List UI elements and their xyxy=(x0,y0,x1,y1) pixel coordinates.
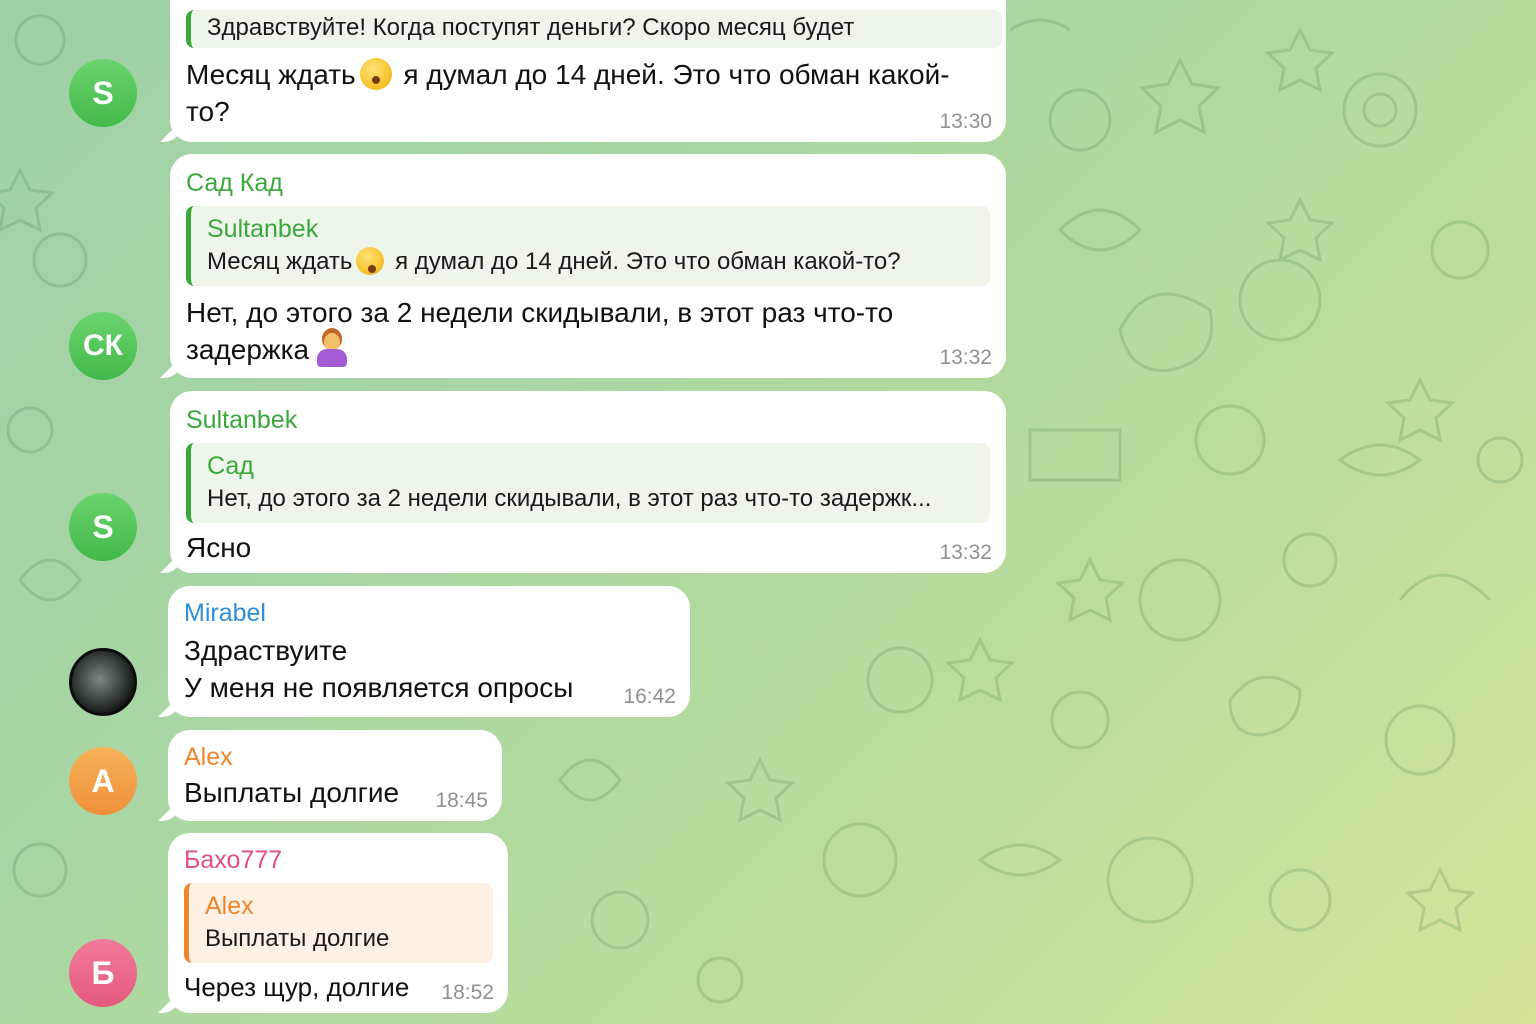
message-time: 13:30 xyxy=(939,110,992,133)
message-bubble[interactable]: Sultanbek Сад Нет, до этого за 2 недели … xyxy=(170,391,1006,573)
reply-text-part: я думал до 14 дней. Это что обман какой-… xyxy=(388,248,901,275)
reply-text: Месяц ждать я думал до 14 дней. Это что … xyxy=(207,246,976,278)
message-text-part: задержка xyxy=(186,334,310,365)
message-time: 18:52 xyxy=(441,981,494,1004)
reply-text-part: Месяц ждать xyxy=(207,248,353,275)
message-bubble[interactable]: Alex Выплаты долгие 18:45 xyxy=(168,730,502,821)
message-bubble[interactable]: Сад Кад Sultanbek Месяц ждать я думал до… xyxy=(170,154,1006,378)
message-time: 13:32 xyxy=(939,346,992,369)
reply-quote[interactable]: Alex Выплаты долгие xyxy=(184,883,493,963)
message-text: Нет, до этого за 2 недели скидывали, в э… xyxy=(186,294,990,368)
message-bubble[interactable]: Бахо777 Alex Выплаты долгие Через щур, д… xyxy=(168,833,508,1013)
sender-name[interactable]: Mirabel xyxy=(184,598,674,628)
message-text-part: Нет, до этого за 2 недели скидывали, в э… xyxy=(186,297,894,328)
shushing-face-icon xyxy=(359,58,392,90)
sender-name[interactable]: Alex xyxy=(184,742,486,772)
avatar-mirabel[interactable] xyxy=(69,648,137,716)
message-text-part: Месяц ждать xyxy=(186,59,356,90)
message-time: 16:42 xyxy=(623,685,676,708)
message-bubble[interactable]: Mirabel Здраствуите У меня не появляется… xyxy=(168,586,690,717)
avatar-sultanbek[interactable]: S xyxy=(69,493,137,561)
reply-quote[interactable]: Сад Нет, до этого за 2 недели скидывали,… xyxy=(186,443,990,523)
reply-text: Выплаты долгие xyxy=(205,925,390,952)
message-time: 18:45 xyxy=(435,789,488,812)
message-text: Здраствуите У меня не появляется опросы xyxy=(184,632,674,706)
sender-name[interactable]: Сад Кад xyxy=(186,168,990,198)
reply-text: Здравствуйте! Когда поступят деньги? Ско… xyxy=(207,14,855,41)
reply-quote[interactable]: Sultanbek Месяц ждать я думал до 14 дней… xyxy=(186,206,990,286)
reply-sender-name: Alex xyxy=(205,892,254,920)
message-time: 13:32 xyxy=(939,541,992,564)
sender-name[interactable]: Sultanbek xyxy=(186,405,990,435)
reply-quote[interactable]: Здравствуйте! Когда поступят деньги? Ско… xyxy=(186,10,1002,48)
avatar-sultanbek[interactable]: S xyxy=(69,59,137,127)
woman-shrugging-icon xyxy=(315,333,349,367)
reply-sender-name: Сад xyxy=(207,452,254,480)
avatar-alex[interactable]: A xyxy=(69,747,137,815)
message-text-part: Здраствуите xyxy=(184,635,348,666)
reply-text: Нет, до этого за 2 недели скидывали, в э… xyxy=(207,485,932,512)
message-bubble[interactable]: Здравствуйте! Когда поступят деньги? Ско… xyxy=(170,0,1006,142)
avatar-sad-kad[interactable]: СК xyxy=(69,312,137,380)
message-text: Ясно xyxy=(186,532,252,563)
message-text-part: я думал до 14 дней. Это что обман какой- xyxy=(395,59,950,90)
sender-name[interactable]: Бахо777 xyxy=(184,845,492,875)
message-text: Месяц ждать я думал до 14 дней. Это что … xyxy=(186,56,990,130)
reply-sender-name: Sultanbek xyxy=(207,215,319,243)
message-text-part: то? xyxy=(186,96,230,127)
avatar-baho777[interactable]: Б xyxy=(69,939,137,1007)
shushing-face-icon xyxy=(356,247,385,275)
message-text-part: У меня не появляется опросы xyxy=(184,672,574,703)
